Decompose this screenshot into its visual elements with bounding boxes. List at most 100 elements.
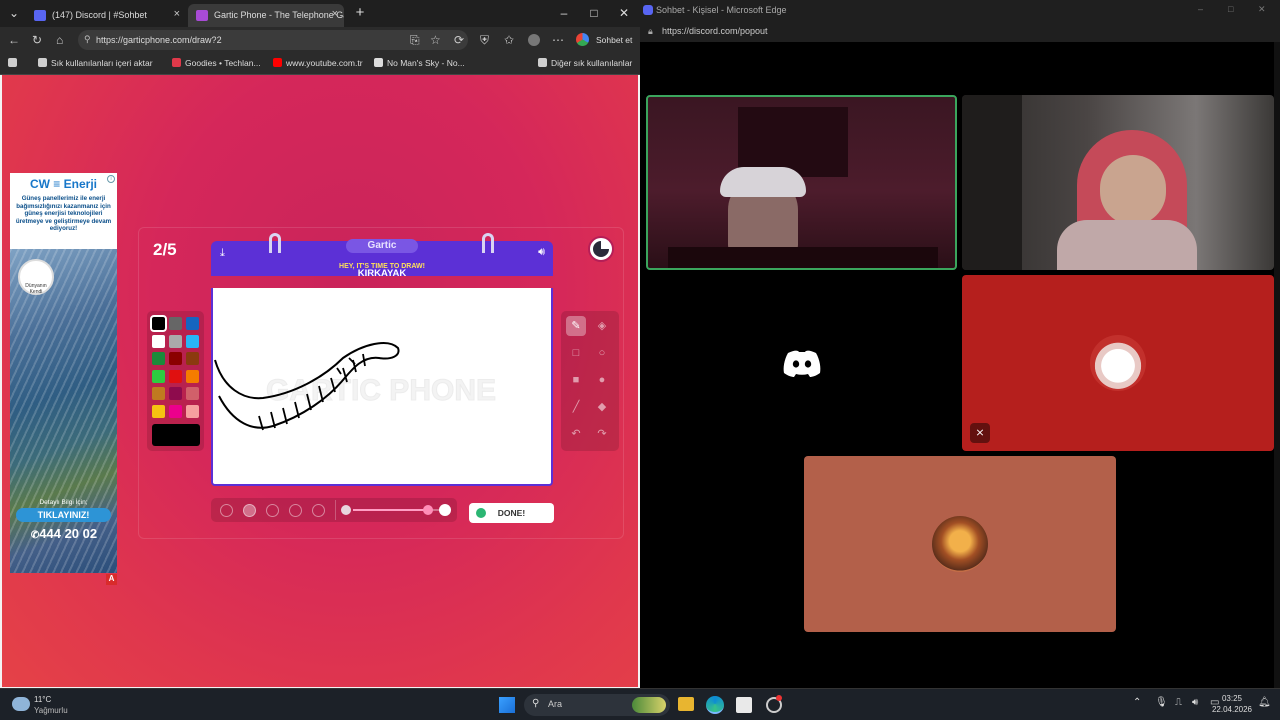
brush-size-3[interactable]: [266, 504, 279, 517]
sound-icon[interactable]: 🔊︎: [538, 246, 545, 259]
color-swatch[interactable]: [169, 404, 182, 418]
color-swatch[interactable]: [152, 404, 165, 418]
done-button[interactable]: DONE!: [469, 503, 554, 523]
color-swatch[interactable]: [186, 352, 199, 365]
brush-size-2[interactable]: [243, 504, 256, 517]
maximize-icon[interactable]: □: [1228, 4, 1233, 14]
line-icon[interactable]: ╱: [566, 397, 586, 417]
store-icon[interactable]: [736, 697, 752, 713]
undo-icon[interactable]: ↶: [566, 424, 586, 444]
bookmark-item[interactable]: Sık kullanılanları içeri aktar: [38, 58, 153, 68]
discord-logo-svg: [783, 350, 821, 377]
refresh-icon[interactable]: ↻: [32, 33, 42, 47]
ad-marker[interactable]: A: [106, 574, 117, 585]
copilot-icon[interactable]: [576, 33, 589, 46]
download-icon[interactable]: ⤓: [220, 247, 225, 260]
file-explorer-icon[interactable]: [678, 697, 694, 711]
ad-cta-button[interactable]: TIKLAYINIZ!: [16, 508, 111, 522]
site-info-icon[interactable]: ⚲: [84, 34, 91, 45]
filled-ellipse-icon[interactable]: ●: [592, 370, 612, 390]
color-swatch[interactable]: [169, 352, 182, 365]
edge-icon[interactable]: [706, 696, 724, 714]
new-tab-icon[interactable]: +: [350, 4, 370, 21]
participant-4-avatar[interactable]: ⨯: [962, 275, 1274, 451]
close-window-icon[interactable]: ✕: [614, 6, 634, 20]
close-window-icon[interactable]: ✕: [1258, 4, 1266, 15]
translate-icon[interactable]: ⎘: [410, 33, 420, 48]
shield-icon[interactable]: ⛨: [480, 33, 489, 48]
search-input[interactable]: ⚲ Ara: [524, 694, 670, 716]
close-tab-icon[interactable]: ×: [174, 8, 180, 20]
drawing-canvas[interactable]: GARTIC PHONE: [211, 288, 553, 486]
temperature: 11°C: [34, 695, 52, 704]
start-icon[interactable]: [499, 697, 515, 713]
bookmark-item[interactable]: Goodies • Techlan...: [172, 58, 261, 68]
network-icon[interactable]: ⎍: [1175, 697, 1182, 708]
other-favorites[interactable]: Diğer sık kullanılanlar: [538, 58, 632, 68]
collections-icon[interactable]: ✩: [504, 33, 514, 47]
tab-menu-icon[interactable]: ⌄: [4, 6, 24, 20]
participant-3-avatar[interactable]: [646, 275, 957, 451]
color-swatch[interactable]: [152, 352, 165, 365]
color-swatch[interactable]: [186, 334, 199, 348]
notification-icon[interactable]: 🔔︎: [1258, 697, 1271, 708]
home-icon[interactable]: ⌂: [56, 33, 63, 47]
color-swatch[interactable]: [150, 315, 167, 332]
volume-icon[interactable]: 🔊︎: [1192, 697, 1198, 708]
color-swatch[interactable]: [186, 317, 199, 330]
chat-button[interactable]: Sohbet et: [596, 35, 632, 45]
minimize-icon[interactable]: –: [1198, 4, 1203, 14]
ad-info-icon[interactable]: i: [107, 175, 115, 183]
close-tab-icon[interactable]: ×: [332, 8, 338, 20]
microphone-icon[interactable]: 🎙︎: [1155, 697, 1168, 708]
opacity-slider-handle[interactable]: [422, 505, 433, 515]
brush-size-1[interactable]: [220, 504, 233, 517]
avatar[interactable]: [528, 34, 540, 46]
weather-label: Yağmurlu: [34, 706, 68, 715]
participant-2-video[interactable]: [962, 95, 1274, 270]
participant-1-video[interactable]: [646, 95, 957, 270]
lock-icon[interactable]: 🔒︎: [648, 26, 653, 37]
clock-time[interactable]: 03:25: [1214, 694, 1250, 703]
tab-gartic[interactable]: Gartic Phone - The Telephone Game ×: [188, 4, 344, 27]
rectangle-icon[interactable]: □: [566, 343, 586, 363]
clock-date[interactable]: 22.04.2026: [1206, 705, 1258, 714]
more-icon[interactable]: ⋯: [552, 33, 564, 47]
advertisement[interactable]: CW ≡ Enerji i Güneş panellerimiz ile ene…: [10, 173, 117, 573]
url-text: https://discord.com/popout: [662, 26, 768, 36]
scrollbar[interactable]: [1274, 42, 1280, 688]
anime-avatar: [932, 516, 988, 572]
back-icon[interactable]: ←: [8, 33, 20, 47]
tab-discord[interactable]: (147) Discord | #Sohbet ×: [26, 4, 186, 27]
pencil-icon[interactable]: ✎: [566, 316, 586, 336]
color-swatch[interactable]: [186, 369, 199, 383]
favorite-icon[interactable]: ☆: [430, 33, 441, 47]
color-swatch[interactable]: [152, 369, 165, 383]
ad-cta-caption: Detaylı Bilgi İçin;: [39, 499, 88, 506]
filled-rectangle-icon[interactable]: ■: [566, 370, 586, 390]
color-swatch[interactable]: [152, 334, 165, 348]
color-swatch[interactable]: [169, 317, 182, 330]
extensions-icon[interactable]: ⟳: [454, 33, 464, 47]
minimize-icon[interactable]: –: [554, 6, 574, 20]
weather-icon[interactable]: [12, 697, 30, 711]
bookmark-item[interactable]: No Man's Sky - No...: [374, 58, 465, 68]
maximize-icon[interactable]: □: [584, 6, 604, 20]
redo-icon[interactable]: ↷: [592, 424, 612, 444]
color-swatch[interactable]: [186, 404, 199, 418]
reading-list-icon[interactable]: [8, 58, 21, 68]
ellipse-icon[interactable]: ○: [592, 343, 612, 363]
person-face: [1100, 155, 1166, 225]
eraser-icon[interactable]: ◈: [592, 316, 612, 336]
bookmark-item[interactable]: www.youtube.com.tr: [273, 58, 363, 68]
color-swatch[interactable]: [169, 387, 182, 400]
fill-icon[interactable]: ◆: [592, 397, 612, 417]
chevron-up-icon[interactable]: ⌃: [1133, 697, 1141, 708]
color-swatch[interactable]: [152, 387, 165, 400]
color-swatch[interactable]: [169, 369, 182, 383]
color-swatch[interactable]: [169, 334, 182, 348]
brush-size-4[interactable]: [289, 504, 302, 517]
participant-5-avatar[interactable]: [804, 456, 1116, 632]
brush-size-5[interactable]: [312, 504, 325, 517]
color-swatch[interactable]: [186, 387, 199, 400]
